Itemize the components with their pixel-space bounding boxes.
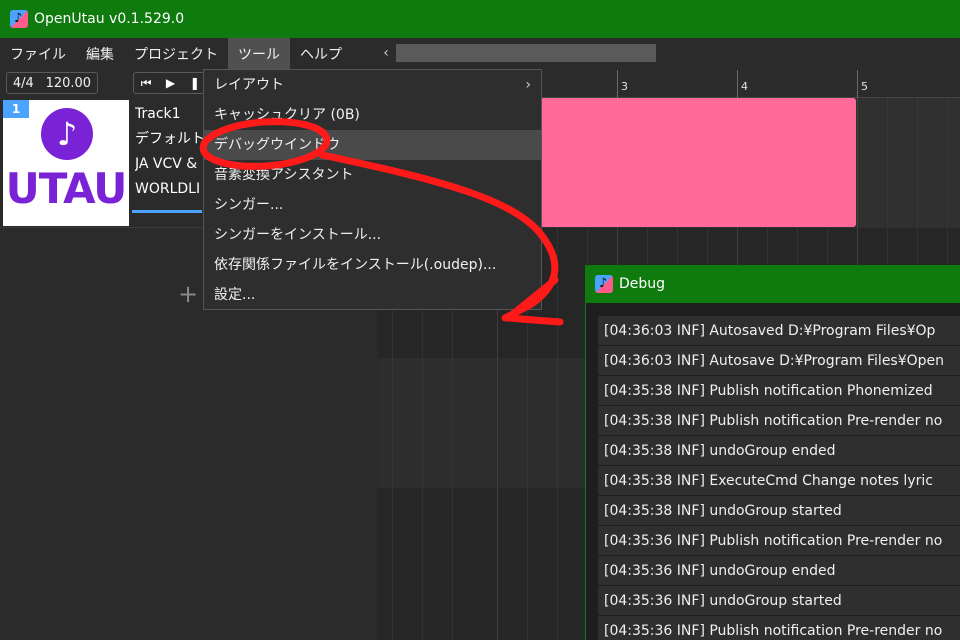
menu-tools[interactable]: ツール <box>228 38 290 70</box>
log-line: [04:35:36 INF] Publish notification Pre-… <box>598 525 960 555</box>
log-line: [04:35:36 INF] Publish notification Pre-… <box>598 615 960 640</box>
menu-item-phoneme-assistant[interactable]: 音素変換アシスタント <box>204 160 541 190</box>
menu-item-clear-cache[interactable]: キャッシュクリア (0B) <box>204 100 541 130</box>
log-line: [04:35:38 INF] Publish notification Pre-… <box>598 405 960 435</box>
chevron-right-icon: › <box>525 77 531 93</box>
window-title: OpenUtau v0.1.529.0 <box>34 11 185 27</box>
add-track-button[interactable]: + <box>178 280 198 308</box>
title-bar: ♪ OpenUtau v0.1.529.0 <box>0 0 960 38</box>
tempo-value[interactable]: 120.00 <box>46 76 92 91</box>
menu-item-layout[interactable]: レイアウト › <box>204 70 541 100</box>
volume-indicator[interactable] <box>132 210 202 213</box>
menu-item-label: レイアウト <box>214 77 284 93</box>
skip-to-start-icon[interactable]: ⏮ <box>134 72 158 94</box>
track-number-badge: 1 <box>3 100 29 118</box>
menu-project[interactable]: プロジェクト <box>124 38 228 70</box>
singer-avatar[interactable]: ♪ UTAU <box>3 100 129 226</box>
play-icon[interactable]: ▶ <box>158 72 182 94</box>
app-icon: ♪ <box>10 10 28 28</box>
menu-file[interactable]: ファイル <box>0 38 76 70</box>
time-signature[interactable]: 4/4 <box>13 76 34 91</box>
log-line: [04:35:38 INF] undoGroup started <box>598 495 960 525</box>
horizontal-scrollbar[interactable] <box>396 44 656 62</box>
ruler-mark-3: 3 <box>621 80 628 93</box>
playback-controls: ⏮ ▶ ❚ <box>133 72 208 94</box>
ruler-mark-4: 4 <box>741 80 748 93</box>
menu-item-preferences[interactable]: 設定... <box>204 280 541 310</box>
log-line: [04:35:38 INF] undoGroup ended <box>598 435 960 465</box>
menu-item-install-singer[interactable]: シンガーをインストール... <box>204 220 541 250</box>
chevron-left-icon[interactable]: ‹ <box>378 44 394 62</box>
voice-part[interactable] <box>540 98 856 227</box>
menu-item-debug-window[interactable]: デバッグウインドウ <box>204 130 541 160</box>
ruler-mark-5: 5 <box>861 80 868 93</box>
app-icon: ♪ <box>595 275 613 293</box>
log-line: [04:36:03 INF] Autosave D:¥Program Files… <box>598 345 960 375</box>
log-line: [04:35:38 INF] Publish notification Phon… <box>598 375 960 405</box>
music-note-icon: ♪ <box>41 108 93 160</box>
debug-log[interactable]: [04:36:03 INF] Autosaved D:¥Program File… <box>598 315 960 640</box>
menu-item-install-dependency[interactable]: 依存関係ファイルをインストール(.oudep)... <box>204 250 541 280</box>
log-line: [04:35:38 INF] ExecuteCmd Change notes l… <box>598 465 960 495</box>
menu-help[interactable]: ヘルプ <box>290 38 352 70</box>
debug-window-title: Debug <box>619 276 666 292</box>
debug-window: ♪ Debug [04:36:03 INF] Autosaved D:¥Prog… <box>585 265 960 640</box>
log-line: [04:35:36 INF] undoGroup started <box>598 585 960 615</box>
menu-item-singers[interactable]: シンガー... <box>204 190 541 220</box>
tools-menu: レイアウト › キャッシュクリア (0B) デバッグウインドウ 音素変換アシスタ… <box>203 69 542 310</box>
log-line: [04:36:03 INF] Autosaved D:¥Program File… <box>598 315 960 345</box>
log-line: [04:35:36 INF] undoGroup ended <box>598 555 960 585</box>
debug-title-bar[interactable]: ♪ Debug <box>586 265 960 303</box>
utau-logo: UTAU <box>5 164 128 213</box>
menu-edit[interactable]: 編集 <box>76 38 124 70</box>
tempo-box[interactable]: 4/4 120.00 <box>6 72 98 94</box>
